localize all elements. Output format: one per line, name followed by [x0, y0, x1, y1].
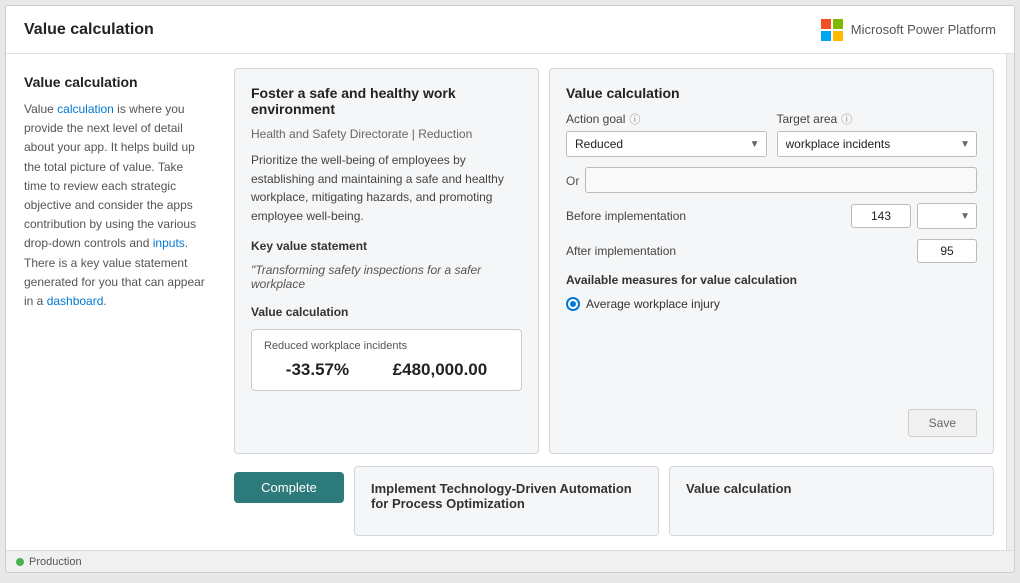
save-button[interactable]: Save [908, 409, 977, 437]
before-impl-select-wrapper: ▼ [917, 203, 977, 229]
target-area-group: Target area ⓘ workplace incidents ▼ [777, 111, 978, 157]
before-impl-row: Before implementation 143 ▼ [566, 203, 977, 229]
objective-description: Prioritize the well-being of employees b… [251, 151, 522, 225]
action-goal-select-wrapper: Reduced ▼ [566, 131, 767, 157]
after-impl-row: After implementation 95 [566, 239, 977, 263]
before-impl-value[interactable]: 143 [851, 204, 911, 228]
available-measures-title: Available measures for value calculation [566, 273, 977, 287]
before-impl-label: Before implementation [566, 209, 686, 223]
left-panel: Value calculation Value calculation is w… [6, 54, 226, 550]
bottom-right-card: Value calculation [669, 466, 994, 536]
left-panel-description: Value calculation is where you provide t… [24, 100, 208, 311]
left-panel-title: Value calculation [24, 74, 208, 90]
inputs-link[interactable]: inputs [153, 236, 185, 250]
radio-row[interactable]: Average workplace injury [566, 297, 977, 311]
before-impl-select[interactable] [917, 203, 977, 229]
ms-platform-label: Microsoft Power Platform [851, 22, 996, 37]
action-target-row: Action goal ⓘ Reduced ▼ [566, 111, 977, 157]
target-area-label: Target area ⓘ [777, 111, 978, 127]
or-row: Or [566, 167, 977, 193]
radio-button[interactable] [566, 297, 580, 311]
key-value-statement: "Transforming safety inspections for a s… [251, 263, 522, 291]
objective-subtitle: Health and Safety Directorate | Reductio… [251, 127, 522, 141]
value-calc-box: Reduced workplace incidents -33.57% £480… [251, 329, 522, 391]
main-objective-card: Foster a safe and healthy work environme… [234, 68, 539, 454]
value-calc-sublabel: Reduced workplace incidents [264, 340, 509, 352]
target-area-select-wrapper: workplace incidents ▼ [777, 131, 978, 157]
bottom-right-card-title: Value calculation [686, 481, 977, 496]
or-label: Or [566, 174, 579, 188]
value-calculation-card: Value calculation Action goal ⓘ Reduced [549, 68, 994, 454]
action-goal-group: Action goal ⓘ Reduced ▼ [566, 111, 767, 157]
right-card-title: Value calculation [566, 85, 977, 101]
center-area: Foster a safe and healthy work environme… [226, 54, 1006, 550]
or-input[interactable] [585, 167, 977, 193]
after-impl-label: After implementation [566, 244, 676, 258]
complete-btn-area: Complete [234, 466, 344, 503]
top-cards-row: Foster a safe and healthy work environme… [234, 68, 994, 454]
calculation-link[interactable]: calculation [57, 102, 114, 116]
footer-bar: Production [6, 550, 1014, 572]
target-area-info-icon[interactable]: ⓘ [841, 111, 852, 127]
percentage-value: -33.57% [286, 360, 349, 380]
scrollbar[interactable] [1006, 54, 1014, 550]
action-goal-label: Action goal ⓘ [566, 111, 767, 127]
ms-logo-icon [821, 19, 843, 41]
production-status-dot [16, 558, 24, 566]
main-content: Value calculation Value calculation is w… [6, 54, 1014, 550]
currency-value: £480,000.00 [393, 360, 488, 380]
complete-button[interactable]: Complete [234, 472, 344, 503]
action-goal-info-icon[interactable]: ⓘ [629, 111, 640, 127]
after-impl-value[interactable]: 95 [917, 239, 977, 263]
bottom-left-card-title: Implement Technology-Driven Automation f… [371, 481, 642, 511]
key-value-label: Key value statement [251, 239, 522, 253]
bottom-left-card: Implement Technology-Driven Automation f… [354, 466, 659, 536]
target-area-select[interactable]: workplace incidents [777, 131, 978, 157]
value-calc-numbers: -33.57% £480,000.00 [264, 360, 509, 380]
radio-label: Average workplace injury [586, 297, 720, 311]
bottom-row: Complete Implement Technology-Driven Aut… [234, 466, 994, 536]
objective-title: Foster a safe and healthy work environme… [251, 85, 522, 117]
header: Value calculation Microsoft Power Platfo… [6, 6, 1014, 54]
value-calc-section-label: Value calculation [251, 305, 522, 319]
app-frame: Value calculation Microsoft Power Platfo… [5, 5, 1015, 573]
ms-logo-area: Microsoft Power Platform [821, 19, 996, 41]
action-goal-select[interactable]: Reduced [566, 131, 767, 157]
footer-env-label: Production [29, 556, 82, 568]
page-title: Value calculation [24, 21, 154, 39]
dashboard-link[interactable]: dashboard [47, 294, 104, 308]
